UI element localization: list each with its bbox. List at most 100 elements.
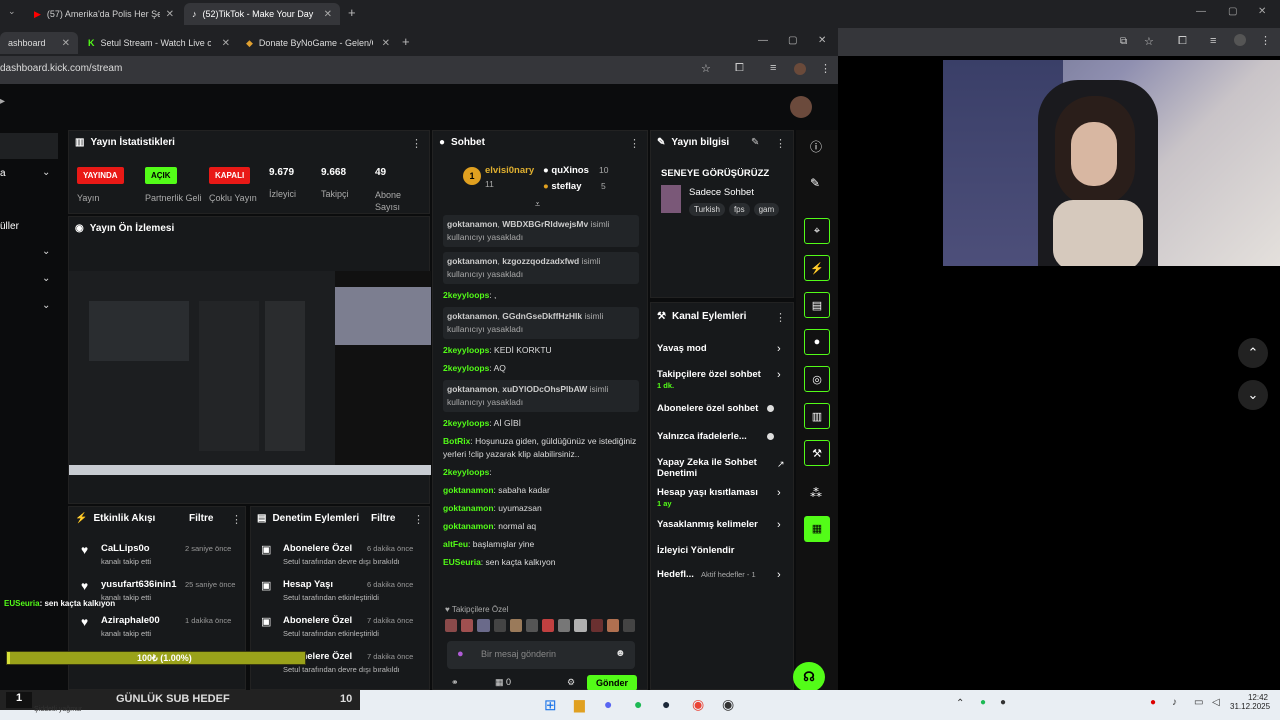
emote-icon[interactable]	[574, 619, 587, 632]
collapse-icon[interactable]: ⩡	[535, 199, 540, 210]
tag-chip[interactable]: Turkish	[689, 203, 725, 216]
top-chatter-name[interactable]: elvisi0nary	[485, 165, 534, 176]
external-link-icon[interactable]: ↗	[777, 459, 785, 470]
scroll-down-button[interactable]: ⌄	[1238, 380, 1268, 410]
events-filter-button[interactable]: Filtre	[189, 513, 213, 524]
chevron-right-icon[interactable]: ›	[777, 343, 781, 355]
media-icon[interactable]: ≡	[1210, 35, 1216, 47]
close-icon[interactable]: ✕	[166, 9, 174, 20]
chat-username[interactable]: altFeu	[443, 539, 468, 549]
outer-tab-2[interactable]: ♪ (52)TikTok - Make Your Day ✕	[184, 3, 340, 25]
tag-chip[interactable]: gam	[753, 203, 780, 216]
windows-start-icon[interactable]: ⊞	[544, 696, 557, 714]
channel-action-item[interactable]: Yasaklanmış kelimeler ›	[657, 519, 791, 543]
tab-list-icon[interactable]: ⌄	[8, 6, 16, 17]
screenshot-button[interactable]: ⌖	[804, 218, 830, 244]
media-icon[interactable]: ≡	[770, 62, 776, 74]
info-icon[interactable]: ⓘ	[810, 138, 822, 155]
emote-row[interactable]	[445, 619, 636, 635]
outer-tab-1[interactable]: ▶ (57) Amerika'da Polis Her Şeyi G ✕	[26, 3, 182, 25]
emote-icon[interactable]	[590, 619, 603, 632]
new-tab-button[interactable]: +	[348, 5, 356, 20]
chevron-down-icon[interactable]: ⌄	[42, 167, 50, 178]
chat-button[interactable]: ●	[804, 329, 830, 355]
edit-icon[interactable]: ✎	[751, 137, 759, 148]
kebab-icon[interactable]: ⋮	[411, 137, 422, 150]
channel-action-item[interactable]: Hesap yaşı kısıtlaması 1 ay ›	[657, 487, 791, 511]
channel-action-item[interactable]: Hedefl... Aktif hedefler - 1 ›	[657, 569, 791, 593]
kebab-icon[interactable]: ⋮	[775, 311, 786, 324]
chat-target-user[interactable]: kzgozzqodzadxfwd	[502, 256, 579, 266]
close-icon[interactable]: ✕	[62, 38, 70, 49]
emote-icon[interactable]	[525, 619, 539, 632]
chevron-down-icon[interactable]: ⌄	[42, 300, 50, 311]
close-icon[interactable]: ✕	[382, 38, 390, 49]
profile-avatar[interactable]	[1234, 34, 1246, 46]
cast-icon[interactable]: ⧉	[1120, 36, 1127, 47]
url-text[interactable]: dashboard.kick.com/stream	[0, 63, 122, 74]
menu-icon[interactable]: ⋮	[820, 62, 831, 75]
emote-icon[interactable]	[606, 619, 619, 632]
profile-avatar[interactable]	[794, 63, 806, 75]
address-bar[interactable]	[0, 56, 838, 84]
emote-icon[interactable]	[622, 619, 636, 632]
chat-username[interactable]: goktanamon	[447, 311, 498, 321]
close-icon[interactable]: ✕	[222, 38, 230, 49]
chevron-right-icon[interactable]: ›	[777, 369, 781, 381]
close-window-icon[interactable]: ✕	[818, 35, 826, 46]
inner-tab-donate[interactable]: ◆ Donate ByNoGame - Gelen/Gid ✕	[238, 32, 398, 54]
layout-button[interactable]: ▥	[804, 403, 830, 429]
pencil-icon[interactable]: ✎	[810, 176, 820, 190]
tray-record-icon[interactable]: ●	[1150, 697, 1156, 708]
extensions-icon[interactable]: ⧠	[1178, 35, 1187, 48]
chat-username[interactable]: BotRix	[443, 436, 470, 446]
sidebar-item-a[interactable]: a	[0, 168, 6, 179]
mic-icon[interactable]: ●	[457, 648, 464, 660]
broadcast-button[interactable]: ◎	[804, 366, 830, 392]
wrench-button[interactable]: ⚒	[804, 440, 830, 466]
channel-action-item[interactable]: Yavaş mod ›	[657, 343, 791, 367]
extensions-icon[interactable]: ⧠	[735, 62, 744, 75]
chat-username[interactable]: goktanamon	[443, 485, 494, 495]
channel-action-item[interactable]: İzleyici Yönlendir	[657, 545, 791, 569]
chat-target-user[interactable]: GGdnGseDkffHzHlk	[502, 311, 582, 321]
kebab-icon[interactable]: ⋮	[413, 513, 424, 526]
close-icon[interactable]: ✕	[324, 9, 332, 20]
chat-username[interactable]: 2keyyloops	[443, 290, 489, 300]
chat-username[interactable]: 2keyyloops	[443, 345, 489, 355]
chat-username[interactable]: 2keyyloops	[443, 467, 489, 477]
emote-icon[interactable]	[509, 619, 522, 632]
star-icon[interactable]: ☆	[1144, 35, 1154, 48]
lightning-button[interactable]: ⚡	[804, 255, 830, 281]
maximize-icon[interactable]: ▢	[1228, 6, 1237, 17]
file-explorer-icon[interactable]: ▆	[574, 696, 585, 713]
chat-input[interactable]: ● Bir mesaj gönderin ☻	[447, 641, 635, 669]
clock[interactable]: 12:42 31.12.2025	[1230, 693, 1270, 711]
note-button[interactable]: ▤	[804, 292, 830, 318]
tray-steam-icon[interactable]: ●	[1000, 697, 1006, 708]
emoji-icon[interactable]: ☻	[615, 648, 626, 659]
chat-target-user[interactable]: WBDXBGrRldwejsMv	[502, 219, 588, 229]
mod-filter-button[interactable]: Filtre	[371, 513, 395, 524]
chevron-down-icon[interactable]: ⌄	[42, 273, 50, 284]
emote-icon[interactable]	[542, 619, 555, 632]
points-icon[interactable]: ⚭	[451, 677, 459, 688]
sidebar-toggle-icon[interactable]: ▸	[0, 96, 5, 107]
steam-icon[interactable]: ●	[662, 696, 670, 712]
chat-username[interactable]: goktanamon	[443, 521, 494, 531]
menu-icon[interactable]: ⋮	[1260, 34, 1271, 47]
spotify-icon[interactable]: ●	[634, 696, 642, 712]
minimize-icon[interactable]: —	[758, 35, 768, 46]
volume-icon[interactable]: ◁	[1212, 697, 1220, 708]
star-icon[interactable]: ☆	[701, 62, 711, 75]
chevron-right-icon[interactable]: ›	[777, 519, 781, 531]
chat-target-user[interactable]: xuDYlODcOhsPlbAW	[502, 384, 587, 394]
tray-chevron-icon[interactable]: ⌃	[956, 698, 964, 709]
maximize-icon[interactable]: ▢	[788, 35, 797, 46]
event-name[interactable]: Aziraphale00	[101, 615, 160, 626]
chat-username[interactable]: goktanamon	[447, 219, 498, 229]
kebab-icon[interactable]: ⋮	[775, 137, 786, 150]
chrome-icon[interactable]: ◉	[692, 696, 704, 713]
emote-icon[interactable]	[477, 619, 490, 632]
chat-username[interactable]: goktanamon	[447, 384, 498, 394]
